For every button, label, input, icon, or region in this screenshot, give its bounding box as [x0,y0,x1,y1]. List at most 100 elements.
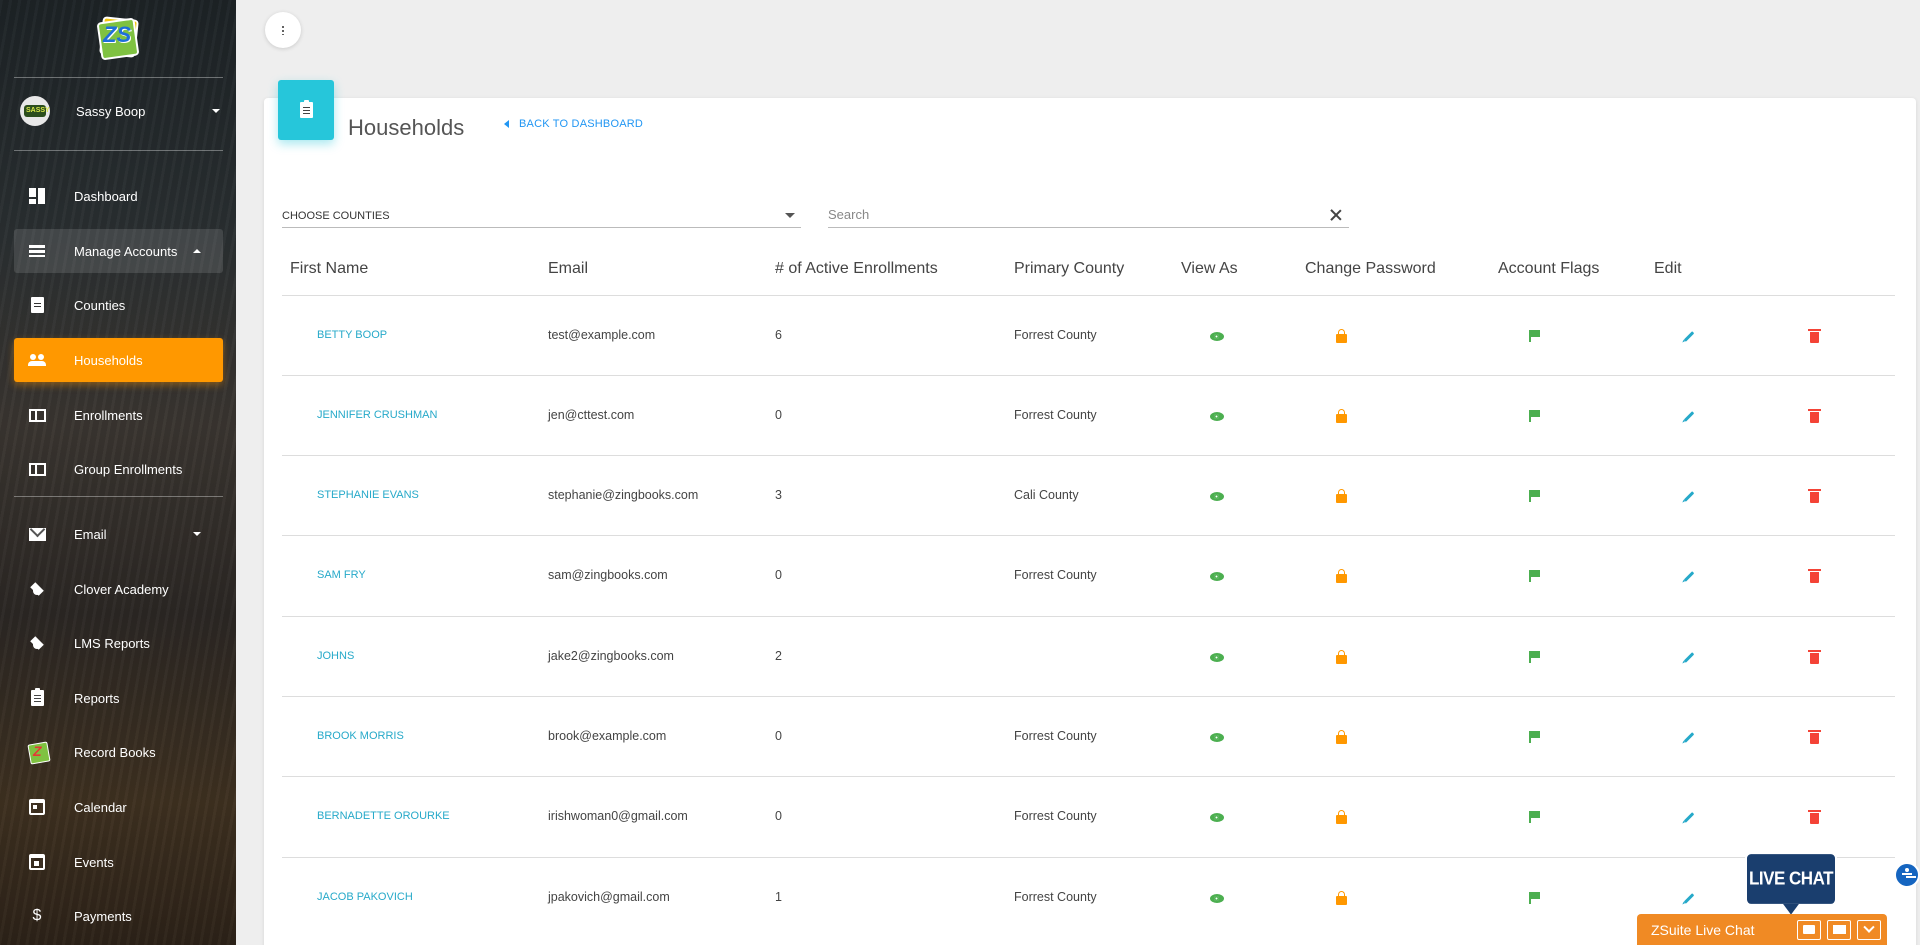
more-vertical-icon [282,25,284,35]
view-as-icon[interactable] [1210,489,1224,503]
flag-icon[interactable] [1527,569,1541,583]
sidebar-item-counties[interactable]: Counties [14,283,223,327]
delete-icon[interactable] [1807,568,1821,583]
active-enrollments: 1 [775,890,782,904]
chevron-up-icon [193,249,201,253]
flag-icon[interactable] [1527,891,1541,905]
delete-icon[interactable] [1807,408,1821,423]
delete-icon[interactable] [1807,328,1821,343]
household-name-link[interactable]: STEPHANIE EVANS [317,489,419,501]
clipboard-icon [278,80,334,140]
flag-icon[interactable] [1527,489,1541,503]
delete-icon[interactable] [1807,809,1821,824]
user-menu[interactable]: SASSY Sassy Boop [20,96,220,126]
chevron-down-icon [785,213,795,218]
sidebar-item-record-books[interactable]: Record Books [14,730,223,774]
search-box [828,202,1349,228]
sidebar-item-payments[interactable]: $ Payments [14,894,223,938]
household-name-link[interactable]: BROOK MORRIS [317,730,404,742]
household-name-link[interactable]: SAM FRY [317,569,366,581]
lock-icon[interactable] [1334,328,1348,343]
edit-icon[interactable] [1682,489,1696,503]
flag-icon[interactable] [1527,650,1541,664]
primary-county: Forrest County [1014,890,1097,904]
lock-icon[interactable] [1334,488,1348,503]
zsuite-logo[interactable]: ZS [96,16,140,61]
flag-icon[interactable] [1527,409,1541,423]
column-header-edit: Edit [1654,260,1682,277]
view-as-icon[interactable] [1210,329,1224,343]
household-name-link[interactable]: JOHNS [317,650,354,662]
accessibility-icon [1902,868,1912,882]
chat-icon [1803,925,1815,934]
view-as-icon[interactable] [1210,409,1224,423]
search-input[interactable] [828,207,1288,222]
sidebar-item-events[interactable]: Events [14,840,223,884]
view-as-icon[interactable] [1210,730,1224,744]
close-icon[interactable] [1329,208,1343,222]
sidebar-item-calendar[interactable]: Calendar [14,785,223,829]
lock-icon[interactable] [1334,729,1348,744]
household-name-link[interactable]: JENNIFER CRUSHMAN [317,409,437,421]
delete-icon[interactable] [1807,649,1821,664]
edit-icon[interactable] [1682,730,1696,744]
lock-icon[interactable] [1334,568,1348,583]
household-name-link[interactable]: BETTY BOOP [317,329,387,341]
column-header-enrollments[interactable]: # of Active Enrollments [775,260,938,278]
primary-county: Cali County [1014,488,1079,502]
sidebar-item-lms-reports[interactable]: LMS Reports [14,621,223,665]
household-email: test@example.com [548,328,656,342]
flag-icon[interactable] [1527,329,1541,343]
household-name-link[interactable]: BERNADETTE ORourke [317,810,450,822]
household-email: sam@zingbooks.com [548,568,668,582]
chat-button[interactable] [1797,919,1821,940]
edit-icon[interactable] [1682,810,1696,824]
sidebar-divider [14,496,223,497]
live-chat-bar[interactable]: ZSuite Live Chat [1637,914,1887,945]
view-as-icon[interactable] [1210,569,1224,583]
county-select[interactable]: CHOOSE COUNTIES [282,204,801,228]
household-name-link[interactable]: JACOB PAKOVICH [317,891,413,903]
delete-icon[interactable] [1807,488,1821,503]
table-row: BROOK MORRIS brook@example.com 0 Forrest… [282,696,1895,776]
sidebar-item-email[interactable]: Email [14,512,223,556]
household-email: jake2@zingbooks.com [548,649,674,663]
live-chat-bubble[interactable]: LIVE CHAT [1745,852,1837,915]
view-as-icon[interactable] [1210,650,1224,664]
lock-icon[interactable] [1334,809,1348,824]
lock-icon[interactable] [1334,649,1348,664]
sidebar-item-clover-academy[interactable]: Clover Academy [14,567,223,611]
view-as-icon[interactable] [1210,810,1224,824]
flag-icon[interactable] [1527,730,1541,744]
sidebar-item-enrollments[interactable]: Enrollments [14,393,223,437]
edit-icon[interactable] [1682,650,1696,664]
household-email: stephanie@zingbooks.com [548,488,699,502]
edit-icon[interactable] [1682,891,1696,905]
accessibility-button[interactable] [1894,862,1920,888]
active-enrollments: 6 [775,328,782,342]
column-header-change-password: Change Password [1305,260,1436,277]
sidebar-item-households[interactable]: Households [14,338,223,382]
flag-icon[interactable] [1527,810,1541,824]
edit-icon[interactable] [1682,569,1696,583]
column-header-primary-county[interactable]: Primary County [1014,260,1124,278]
sidebar-item-dashboard[interactable]: Dashboard [14,174,223,218]
people-icon [28,351,46,369]
view-as-icon[interactable] [1210,891,1224,905]
sidebar-item-group-enrollments[interactable]: Group Enrollments [14,447,223,491]
delete-icon[interactable] [1807,729,1821,744]
sidebar-item-manage-accounts[interactable]: Manage Accounts [14,229,223,273]
minimize-chat-button[interactable] [1857,919,1881,940]
back-to-dashboard-link[interactable]: BACK TO DASHBOARD [504,118,643,130]
column-header-email[interactable]: Email [548,260,588,278]
event-icon [28,853,46,871]
lock-icon[interactable] [1334,408,1348,423]
sidebar-item-reports[interactable]: Reports [14,676,223,720]
edit-icon[interactable] [1682,329,1696,343]
column-header-first-name[interactable]: First Name [290,260,368,278]
more-options-button[interactable] [265,12,301,48]
lock-icon[interactable] [1334,890,1348,905]
edit-icon[interactable] [1682,409,1696,423]
email-chat-button[interactable] [1827,919,1851,940]
household-email: irishwoman0@gmail.com [548,809,688,823]
